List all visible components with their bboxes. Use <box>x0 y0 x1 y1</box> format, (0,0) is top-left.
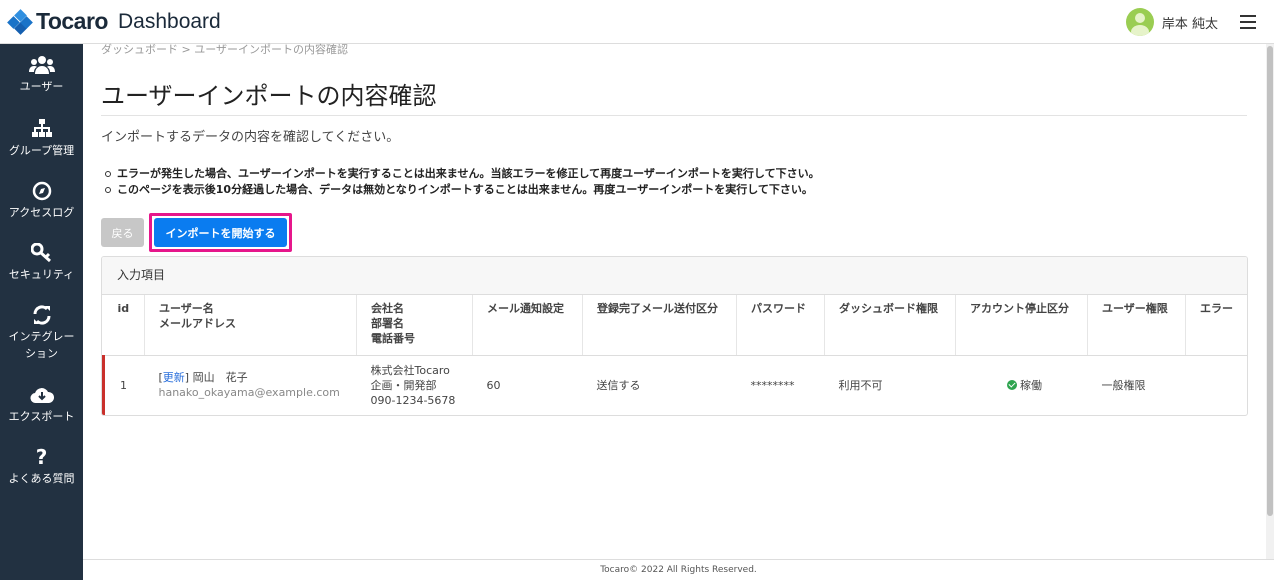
cell-user: [更新] 岡山 花子 hanako_okayama@example.com <box>158 371 340 400</box>
sidebar-item-label: エクスポート <box>8 410 75 423</box>
sidebar-item-label: インテグレーション <box>8 330 75 360</box>
check-circle-icon <box>1007 379 1017 390</box>
cell-reg-mail: 送信する <box>596 378 641 392</box>
table-header-row: id ユーザー名 メールアドレス 会社名 部署名 電話番号 メール通知設定 登録完了メ… <box>103 295 1247 356</box>
cell-mail-notify: 60 <box>486 378 501 392</box>
note-item: このページを表示後10分経過した場合、データは無効となりインポートすることは出来… <box>103 182 820 198</box>
back-button[interactable]: 戻る <box>101 218 144 247</box>
card-title: 入力項目 <box>102 257 1247 295</box>
col-reg-mail: 登録完了メール送付区分 <box>582 295 737 356</box>
table-row: 1 [更新] 岡山 花子 hanako_okayama@example.com … <box>102 355 1248 415</box>
question-icon: ? <box>35 444 48 469</box>
cell-dashboard: 利用不可 <box>838 378 883 392</box>
tocaro-logo[interactable]: Tocaro <box>7 8 108 35</box>
start-import-button[interactable]: インポートを開始する <box>154 218 287 247</box>
sidebar-item-label: ユーザー <box>19 80 64 93</box>
sidebar-item-groups[interactable]: グループ管理 <box>0 118 83 159</box>
sidebar-item-label: セキュリティ <box>8 268 75 281</box>
org-chart-icon <box>31 118 53 140</box>
main-content: ダッシュボード > ユーザーインポートの内容確認 ユーザーインポートの内容確認 … <box>83 41 1274 580</box>
update-link[interactable]: 更新 <box>163 371 185 384</box>
app-title: Dashboard <box>117 9 221 33</box>
sidebar-item-export[interactable]: エクスポート <box>0 384 83 425</box>
sidebar-item-users[interactable]: ユーザー <box>0 54 83 95</box>
cell-error <box>1186 355 1248 415</box>
sidebar-item-label: アクセスログ <box>8 206 75 219</box>
tocaro-logo-icon <box>7 8 33 35</box>
sidebar-item-label: グループ管理 <box>8 144 75 157</box>
import-table: id ユーザー名 メールアドレス 会社名 部署名 電話番号 メール通知設定 登録完了メ… <box>102 295 1247 415</box>
col-id: id <box>103 295 145 356</box>
col-suspend: アカウント停止区分 <box>955 295 1088 356</box>
input-items-card: 入力項目 id ユーザー名 メールアドレス 会社名 部署名 電話番号 メール通知設定 … <box>101 256 1248 416</box>
sidebar-item-access-log[interactable]: アクセスログ <box>0 180 83 221</box>
compass-icon <box>32 180 52 202</box>
start-import-highlight: インポートを開始する <box>149 213 292 252</box>
scrollbar[interactable] <box>1266 44 1274 559</box>
col-role: ユーザー権限 <box>1087 295 1186 356</box>
sidebar-item-security[interactable]: セキュリティ <box>0 242 83 283</box>
divider <box>101 115 1247 116</box>
avatar[interactable] <box>1125 8 1154 36</box>
cell-suspend: 稼働 <box>956 355 1088 415</box>
sync-icon <box>32 304 52 326</box>
cell-role: 一般権限 <box>1101 378 1146 392</box>
sidebar-item-label: よくある質問 <box>8 472 75 485</box>
sidebar-item-faq[interactable]: ? よくある質問 <box>0 446 83 487</box>
col-password: パスワード <box>736 295 825 356</box>
footer: Tocaro© 2022 All Rights Reserved. <box>83 559 1274 580</box>
col-error: エラー <box>1185 295 1247 356</box>
hamburger-menu-icon[interactable] <box>1240 15 1256 29</box>
sidebar-item-integration[interactable]: インテグレーション <box>0 304 83 362</box>
logo-text: Tocaro <box>36 8 108 34</box>
cell-id: 1 <box>102 355 145 415</box>
top-header: Tocaro Dashboard 岸本 純太 <box>0 0 1274 44</box>
notes-list: エラーが発生した場合、ユーザーインポートを実行することは出来ません。当該エラーを… <box>103 166 820 198</box>
col-user: ユーザー名 メールアドレス <box>144 295 357 356</box>
cloud-download-icon <box>29 384 54 406</box>
sidebar: ユーザー グループ管理 アクセスログ セキュリティ インテグレーション エクスポ… <box>0 44 83 580</box>
page-title: ユーザーインポートの内容確認 <box>101 82 437 110</box>
col-company: 会社名 部署名 電話番号 <box>356 295 473 356</box>
users-icon <box>28 54 55 76</box>
lead-text: インポートするデータの内容を確認してください。 <box>101 130 400 145</box>
user-name[interactable]: 岸本 純太 <box>1162 13 1218 32</box>
cell-company: 株式会社Tocaro 企画・開発部 090-1234-5678 <box>370 363 456 407</box>
email-value: hanako_okayama@example.com <box>158 386 340 400</box>
breadcrumb[interactable]: ダッシュボード > ユーザーインポートの内容確認 <box>101 41 348 55</box>
key-icon <box>30 242 53 264</box>
col-mail-notify: メール通知設定 <box>472 295 583 356</box>
user-name-value: 岡山 花子 <box>192 371 248 385</box>
col-dashboard: ダッシュボード権限 <box>824 295 956 356</box>
note-item: エラーが発生した場合、ユーザーインポートを実行することは出来ません。当該エラーを… <box>103 166 820 182</box>
cell-password: ******** <box>750 378 795 392</box>
